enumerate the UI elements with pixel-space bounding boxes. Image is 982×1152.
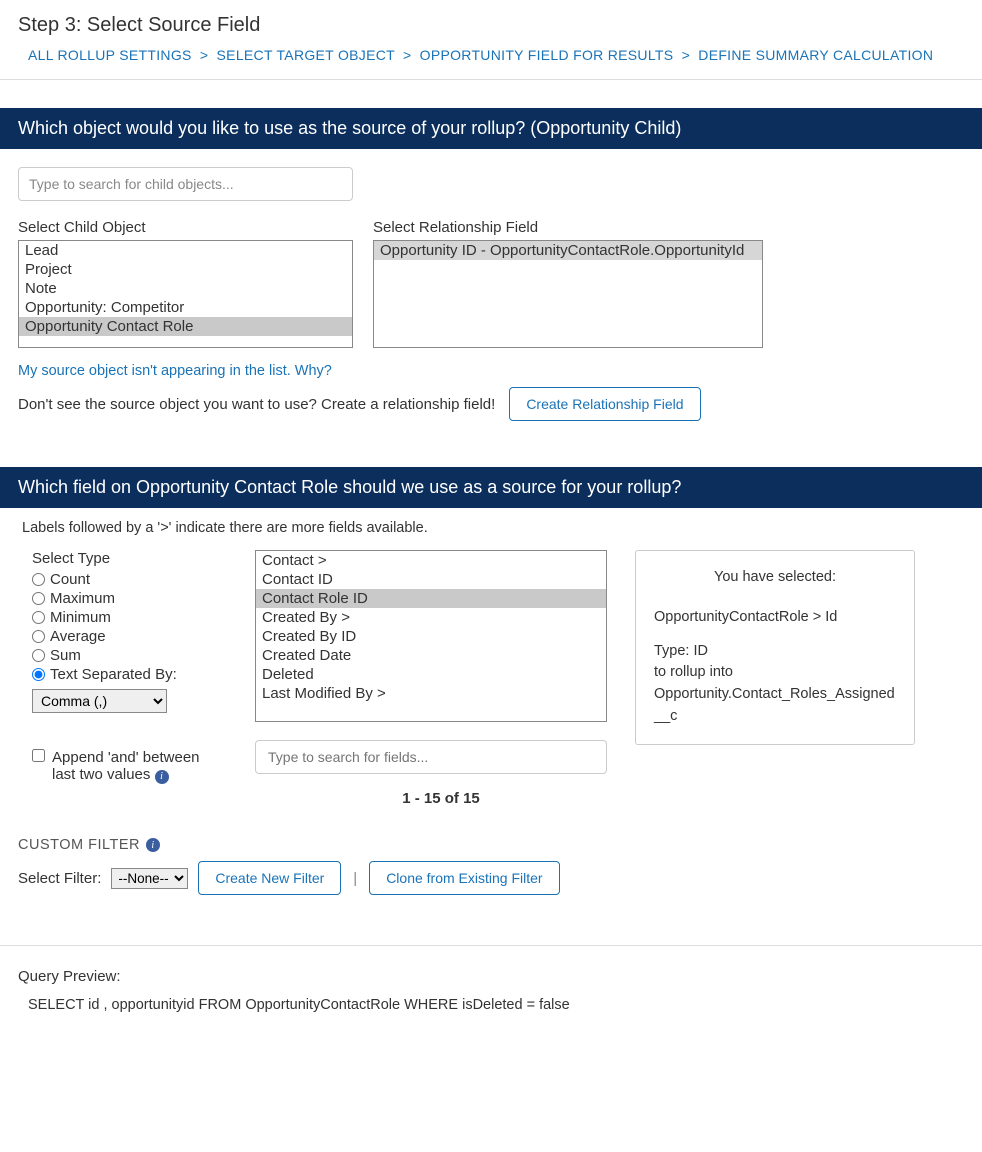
field-search-input[interactable] xyxy=(255,740,607,774)
summary-target: Opportunity.Contact_Roles_Assigned__c xyxy=(654,684,896,728)
query-preview-label: Query Preview: xyxy=(18,968,964,985)
divider: | xyxy=(353,870,357,887)
breadcrumb-link-field[interactable]: OPPORTUNITY FIELD FOR RESULTS xyxy=(420,47,674,63)
summary-rollup: to rollup into xyxy=(654,662,896,684)
list-item[interactable]: Opportunity ID - OpportunityContactRole.… xyxy=(374,241,762,260)
list-item[interactable]: Last Modified By > xyxy=(256,684,606,703)
filter-select[interactable]: --None-- xyxy=(111,868,188,889)
list-item[interactable]: Lead xyxy=(19,241,352,260)
list-item[interactable]: Opportunity Contact Role xyxy=(19,317,352,336)
source-field-listbox[interactable]: Contact > Contact ID Contact Role ID Cre… xyxy=(255,550,607,722)
list-item[interactable]: Contact > xyxy=(256,551,606,570)
breadcrumb-link-all[interactable]: ALL ROLLUP SETTINGS xyxy=(28,47,192,63)
select-filter-label: Select Filter: xyxy=(18,870,101,887)
summary-path: OpportunityContactRole > Id xyxy=(654,607,896,629)
radio-label: Count xyxy=(50,571,90,588)
source-object-header: Which object would you like to use as th… xyxy=(0,108,982,149)
clone-filter-button[interactable]: Clone from Existing Filter xyxy=(369,861,559,895)
chevron-right-icon: > xyxy=(682,47,690,63)
info-icon[interactable]: i xyxy=(146,838,160,852)
help-text: Don't see the source object you want to … xyxy=(18,396,495,413)
page-title: Step 3: Select Source Field xyxy=(0,0,982,47)
relationship-field-label: Select Relationship Field xyxy=(373,219,763,236)
select-type-label: Select Type xyxy=(32,550,227,567)
chevron-right-icon: > xyxy=(403,47,411,63)
list-item[interactable]: Created By > xyxy=(256,608,606,627)
type-radio-text-separated[interactable]: Text Separated By: xyxy=(32,666,227,683)
divider xyxy=(0,79,982,80)
list-item[interactable]: Contact Role ID xyxy=(256,589,606,608)
list-item[interactable]: Opportunity: Competitor xyxy=(19,298,352,317)
child-object-label: Select Child Object xyxy=(18,219,353,236)
create-relationship-field-button[interactable]: Create Relationship Field xyxy=(509,387,700,421)
pagination-text: 1 - 15 of 15 xyxy=(255,790,607,807)
type-radio-maximum[interactable]: Maximum xyxy=(32,590,227,607)
fields-note: Labels followed by a '>' indicate there … xyxy=(0,520,982,550)
list-item[interactable]: Created By ID xyxy=(256,627,606,646)
summary-type: Type: ID xyxy=(654,641,896,663)
append-and-checkbox[interactable] xyxy=(32,749,45,762)
query-preview-text: SELECT id , opportunityid FROM Opportuni… xyxy=(18,997,964,1013)
radio-label: Sum xyxy=(50,647,81,664)
list-item[interactable]: Note xyxy=(19,279,352,298)
create-new-filter-button[interactable]: Create New Filter xyxy=(198,861,341,895)
divider xyxy=(0,945,982,946)
delimiter-select[interactable]: Comma (,) xyxy=(32,689,167,713)
breadcrumb: ALL ROLLUP SETTINGS > SELECT TARGET OBJE… xyxy=(0,47,982,79)
breadcrumb-link-target[interactable]: SELECT TARGET OBJECT xyxy=(217,47,395,63)
append-and-label: Append 'and' between last two values xyxy=(52,749,200,783)
child-object-search-input[interactable] xyxy=(18,167,353,201)
list-item[interactable]: Deleted xyxy=(256,665,606,684)
type-radio-minimum[interactable]: Minimum xyxy=(32,609,227,626)
radio-label: Minimum xyxy=(50,609,111,626)
child-object-listbox[interactable]: Lead Project Note Opportunity: Competito… xyxy=(18,240,353,348)
list-item[interactable]: Project xyxy=(19,260,352,279)
summary-label: You have selected: xyxy=(654,567,896,589)
radio-label: Text Separated By: xyxy=(50,666,177,683)
radio-label: Average xyxy=(50,628,106,645)
type-radio-average[interactable]: Average xyxy=(32,628,227,645)
source-not-appearing-link[interactable]: My source object isn't appearing in the … xyxy=(18,363,332,379)
type-radio-count[interactable]: Count xyxy=(32,571,227,588)
selection-summary: You have selected: OpportunityContactRol… xyxy=(635,550,915,745)
chevron-right-icon: > xyxy=(200,47,208,63)
list-item[interactable]: Contact ID xyxy=(256,570,606,589)
radio-label: Maximum xyxy=(50,590,115,607)
info-icon[interactable]: i xyxy=(155,770,169,784)
type-radio-sum[interactable]: Sum xyxy=(32,647,227,664)
breadcrumb-link-summary[interactable]: DEFINE SUMMARY CALCULATION xyxy=(698,47,933,63)
relationship-field-listbox[interactable]: Opportunity ID - OpportunityContactRole.… xyxy=(373,240,763,348)
source-field-header: Which field on Opportunity Contact Role … xyxy=(0,467,982,508)
custom-filter-title: CUSTOM FILTER xyxy=(18,837,140,853)
list-item[interactable]: Created Date xyxy=(256,646,606,665)
